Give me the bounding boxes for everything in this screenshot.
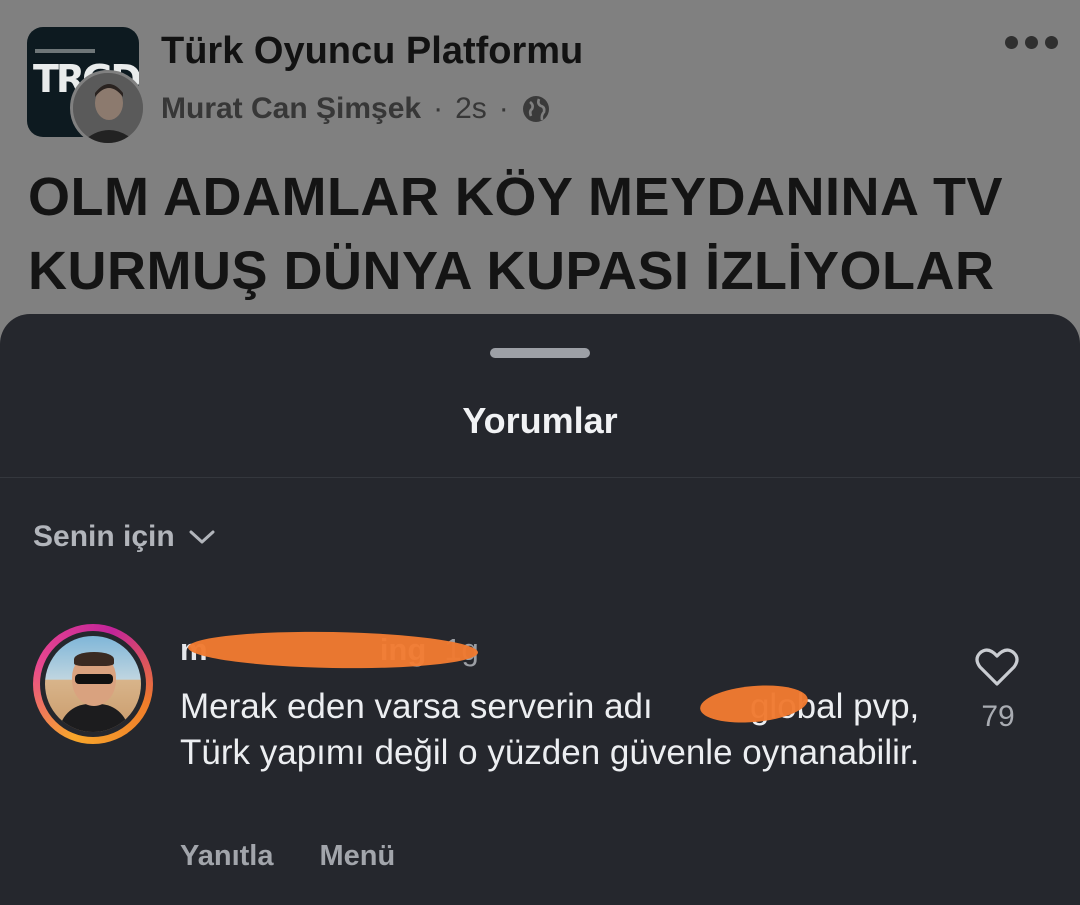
group-name[interactable]: Türk Oyuncu Platformu	[161, 30, 583, 73]
comment-avatar[interactable]	[33, 624, 153, 744]
post-meta: Murat Can Şimşek · 2s ·	[161, 92, 551, 126]
comment-avatar-frame	[40, 631, 146, 737]
divider	[0, 477, 1080, 478]
logo-stripe	[35, 49, 95, 53]
sheet-title: Yorumlar	[462, 400, 618, 441]
meta-separator-2: ·	[498, 92, 509, 125]
sort-dropdown[interactable]: Senin için	[33, 520, 215, 554]
comment-actions: Yanıtla Menü	[180, 840, 395, 873]
post-author[interactable]: Murat Can Şimşek	[161, 92, 421, 126]
author-avatar-image	[73, 73, 143, 143]
meta-separator: ·	[433, 92, 444, 125]
globe-icon	[522, 96, 549, 122]
heart-icon[interactable]	[975, 647, 1019, 687]
reply-button[interactable]: Yanıtla	[180, 840, 274, 873]
comment-text: Merak eden varsa serverin adı global pvp…	[180, 687, 929, 772]
post-headline: OLM ADAMLAR KÖY MEYDANINA TV KURMUŞ DÜNY…	[28, 167, 1003, 301]
drag-handle[interactable]	[490, 348, 590, 358]
more-options-icon[interactable]	[1005, 36, 1058, 49]
sort-label: Senin için	[33, 520, 175, 553]
comments-sheet: Yorumlar Senin için m ing	[0, 314, 1080, 905]
screen: TRGD Türk Oyuncu Platformu Murat Can Şim…	[0, 0, 1080, 905]
menu-button[interactable]: Menü	[320, 840, 396, 873]
comment-avatar-image	[45, 636, 141, 732]
post-card: TRGD Türk Oyuncu Platformu Murat Can Şim…	[0, 0, 1080, 330]
like-count: 79	[981, 700, 1015, 733]
author-avatar[interactable]	[70, 70, 146, 146]
post-time[interactable]: 2s	[455, 92, 487, 126]
chevron-down-icon	[189, 530, 215, 544]
